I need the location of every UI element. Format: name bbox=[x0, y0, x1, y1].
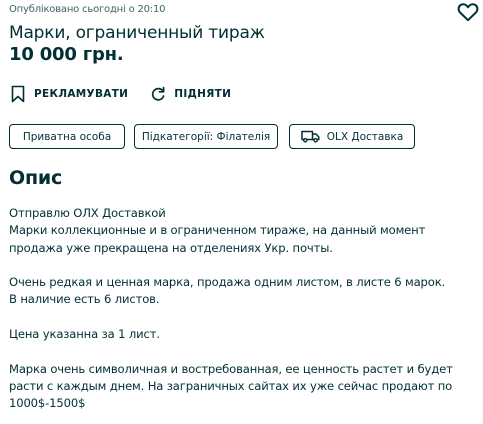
description-line: Очень редкая и ценная марка, продажа одн… bbox=[9, 275, 446, 290]
tag-subcategory[interactable]: Підкатегорії: Філателія bbox=[134, 124, 278, 149]
raise-button[interactable]: ПІДНЯТИ bbox=[150, 85, 231, 103]
favorite-heart-icon[interactable] bbox=[457, 2, 479, 22]
bookmark-flag-icon bbox=[10, 85, 26, 103]
tag-label: Приватна особа bbox=[22, 130, 112, 143]
listing-page: Опубліковано сьогодні о 20:10 Марки, огр… bbox=[0, 0, 483, 424]
description-line: Цена указанна за 1 лист. bbox=[9, 327, 160, 342]
promote-label: РЕКЛАМУВАТИ bbox=[34, 88, 129, 100]
posted-date: Опубліковано сьогодні о 20:10 bbox=[9, 4, 166, 15]
tag-list: Приватна особа Підкатегорії: Філателія O… bbox=[9, 124, 424, 149]
promote-button[interactable]: РЕКЛАМУВАТИ bbox=[10, 85, 128, 103]
listing-price: 10 000 грн. bbox=[9, 44, 124, 65]
description-line bbox=[9, 343, 479, 360]
refresh-icon bbox=[150, 85, 166, 103]
description-line: Отправлю ОЛХ Доставкой bbox=[9, 206, 166, 220]
listing-title: Марки, ограниченный тираж bbox=[9, 23, 265, 43]
description-line: расти с каждым днем. На заграничных сайт… bbox=[9, 378, 453, 393]
description-line: Марка очень символичная и востребованная… bbox=[9, 361, 453, 376]
description-line: 1000$-1500$ bbox=[9, 396, 86, 411]
listing-actions: РЕКЛАМУВАТИ ПІДНЯТИ bbox=[10, 85, 231, 103]
tag-private-person[interactable]: Приватна особа bbox=[9, 124, 125, 149]
description-text: Отправлю ОЛХ Доставкой Марки коллекционн… bbox=[9, 205, 479, 413]
truck-icon bbox=[300, 130, 320, 143]
description-line: продажа уже прекращена на отделениях Укр… bbox=[9, 240, 333, 255]
description-heading: Опис bbox=[9, 167, 63, 189]
description-line bbox=[9, 257, 479, 274]
description-line bbox=[9, 309, 479, 326]
raise-label: ПІДНЯТИ bbox=[174, 88, 232, 100]
tag-label: OLX Доставка bbox=[326, 130, 404, 143]
tag-label: Підкатегорії: Філателія bbox=[141, 130, 271, 143]
description-line: Марки коллекционные и в ограниченном тир… bbox=[9, 223, 426, 238]
tag-olx-delivery[interactable]: OLX Доставка bbox=[289, 124, 415, 149]
description-line: В наличие есть 6 листов. bbox=[9, 292, 160, 307]
